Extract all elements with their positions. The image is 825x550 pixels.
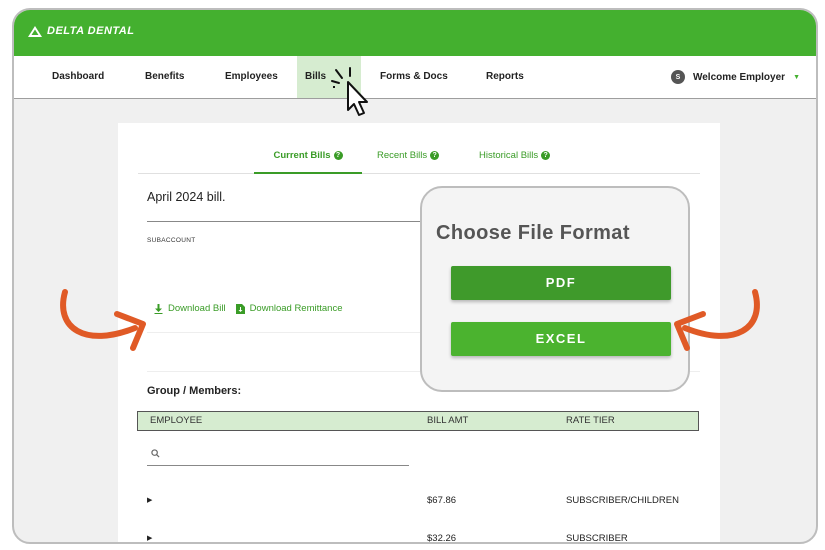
tab-label: Historical Bills: [479, 150, 539, 161]
chevron-down-icon: ▼: [793, 73, 800, 81]
pdf-button[interactable]: PDF: [451, 266, 671, 300]
table-row[interactable]: ▶ $67.86 SUBSCRIBER/CHILDREN: [147, 491, 700, 511]
expand-arrow-icon[interactable]: ▶: [147, 491, 152, 511]
rate-tier: SUBSCRIBER: [566, 533, 628, 544]
download-icon: [154, 303, 163, 314]
bill-title: April 2024 bill.: [147, 190, 226, 204]
help-icon[interactable]: ?: [333, 151, 343, 160]
right-curved-arrow-icon: [674, 289, 760, 351]
mouse-pointer-icon: [331, 67, 368, 116]
brand-name: DELTA DENTAL: [47, 25, 135, 37]
column-rate-tier[interactable]: RATE TIER: [566, 412, 615, 430]
download-links: Download Bill Download Remittance: [154, 303, 343, 314]
left-curved-arrow-icon: [60, 289, 146, 351]
delta-dental-logo[interactable]: DELTA DENTAL: [28, 25, 134, 37]
help-icon[interactable]: ?: [541, 151, 551, 160]
nav-employees[interactable]: Employees: [225, 56, 278, 98]
nav-forms-docs[interactable]: Forms & Docs: [380, 56, 448, 98]
file-download-icon: [235, 303, 245, 314]
search-icon: [151, 449, 160, 458]
members-table-header: EMPLOYEE BILL AMT RATE TIER: [137, 411, 699, 431]
member-search-input[interactable]: [147, 443, 409, 466]
nav-benefits[interactable]: Benefits: [145, 56, 184, 98]
bill-amt: $67.86: [427, 495, 457, 506]
tab-recent-bills[interactable]: Recent Bills ?: [377, 143, 440, 172]
subaccount-label: SUBACCOUNT: [147, 237, 196, 244]
tab-historical-bills[interactable]: Historical Bills ?: [479, 143, 551, 172]
tab-current-bills[interactable]: Current Bills ?: [254, 143, 362, 174]
avatar: S: [670, 70, 685, 84]
nav-dashboard[interactable]: Dashboard: [52, 56, 104, 98]
divider: [147, 221, 437, 222]
welcome-text: Welcome Employer: [692, 71, 786, 83]
nav-reports[interactable]: Reports: [486, 56, 524, 98]
bill-tabs: Current Bills ? Recent Bills ? Historica…: [138, 143, 700, 174]
browser-frame: DELTA DENTAL Dashboard Benefits Employee…: [12, 8, 818, 544]
main-nav: Dashboard Benefits Employees Bills Forms…: [14, 56, 816, 99]
tab-label: Current Bills: [273, 150, 331, 161]
tab-label: Recent Bills: [377, 150, 428, 161]
bill-amt: $32.26: [427, 533, 457, 544]
help-icon[interactable]: ?: [430, 151, 440, 160]
delta-triangle-icon: [28, 25, 42, 37]
group-members-label: Group / Members:: [147, 385, 242, 397]
popup-title: Choose File Format: [436, 222, 630, 244]
download-remittance-label: Download Remittance: [249, 303, 343, 314]
download-remittance-link[interactable]: Download Remittance: [235, 303, 343, 314]
choose-file-format-popup: Choose File Format PDF EXCEL: [420, 186, 690, 392]
excel-button[interactable]: EXCEL: [451, 322, 671, 356]
expand-arrow-icon[interactable]: ▶: [147, 529, 152, 542]
top-header: DELTA DENTAL: [14, 10, 816, 56]
column-employee[interactable]: EMPLOYEE: [150, 412, 202, 430]
download-bill-link[interactable]: Download Bill: [154, 303, 226, 314]
download-bill-label: Download Bill: [168, 303, 226, 314]
table-row[interactable]: ▶ $32.26 SUBSCRIBER: [147, 529, 700, 544]
rate-tier: SUBSCRIBER/CHILDREN: [566, 495, 679, 506]
user-menu[interactable]: S Welcome Employer ▼: [670, 56, 800, 98]
column-bill-amt[interactable]: BILL AMT: [427, 412, 468, 430]
